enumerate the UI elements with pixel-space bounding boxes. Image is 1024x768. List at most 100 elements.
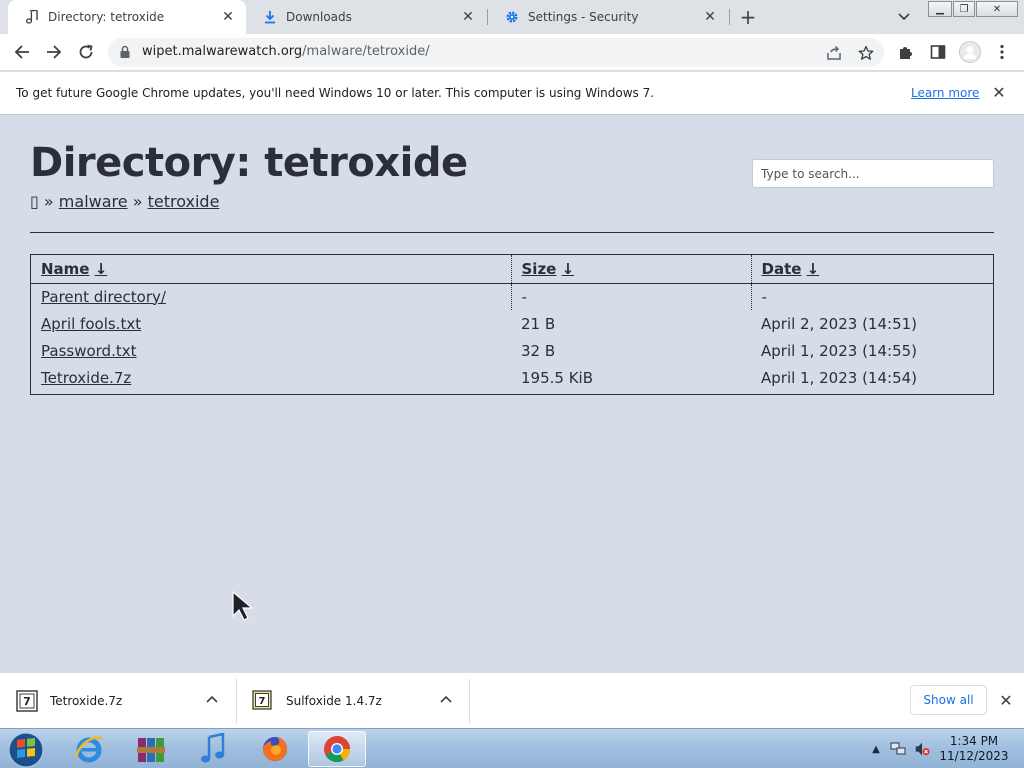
file-date-cell: April 2, 2023 (14:51) [761,314,918,333]
download-filename: Tetroxide.7z [50,694,123,708]
sort-arrow-icon[interactable]: ↓ [562,260,575,278]
file-link[interactable]: Password.txt [41,342,136,360]
tab-search-chevron-icon[interactable] [894,8,914,26]
internet-explorer-icon [74,736,103,763]
file-name-cell: Password.txt [31,337,511,364]
close-icon[interactable]: ✕ [702,9,718,25]
file-link[interactable]: April fools.txt [41,315,141,333]
svg-text:7: 7 [23,695,31,708]
minimize-button[interactable]: ▁ [928,1,952,17]
breadcrumb-item-malware[interactable]: malware [59,192,128,211]
close-window-button[interactable]: ✕ [976,1,1018,17]
file-link[interactable]: Tetroxide.7z [41,369,131,387]
file-link[interactable]: Parent directory/ [41,288,166,306]
reload-button[interactable] [74,40,98,64]
tab-downloads[interactable]: Downloads ✕ [246,0,486,34]
restore-button[interactable]: ❐ [953,1,975,17]
tab-strip: Directory: tetroxide ✕ Downloads ✕ Setti… [0,0,1024,34]
breadcrumb: ▯ » malware » tetroxide [30,192,219,211]
file-size-cell: 195.5 KiB [521,368,594,387]
column-header-size[interactable]: Size ↓ [510,255,751,284]
close-icon[interactable]: ✕ [990,83,1008,102]
taskbar-itunes[interactable] [184,731,242,767]
show-all-button[interactable]: Show all [910,685,987,715]
forward-button[interactable] [42,40,66,64]
clock-date: 11/12/2023 [939,749,1009,763]
download-item-sulfoxide[interactable]: 7 Sulfoxide 1.4.7z [252,681,466,721]
side-panel-icon[interactable] [927,41,949,63]
svg-text:7: 7 [259,696,266,707]
table-row: April fools.txt 21 B April 2, 2023 (14:5… [31,310,993,337]
back-arrow-icon [14,45,29,59]
chevron-up-icon[interactable] [206,692,218,706]
close-icon[interactable]: ✕ [220,9,236,25]
winrar-books-icon [137,738,165,762]
taskbar-chrome[interactable] [308,731,366,767]
new-tab-button[interactable]: + [736,5,760,29]
mouse-cursor-icon [232,590,254,621]
music-note-icon [24,9,40,25]
clock-time: 1:34 PM [949,734,999,748]
close-icon[interactable]: ✕ [997,691,1015,710]
start-orb-icon[interactable] [6,731,46,768]
table-row: Password.txt 32 B April 1, 2023 (14:55) [31,337,993,364]
tray-expand-chevron-icon[interactable]: ▲ [868,741,884,757]
url-text: wipet.malwarewatch.org/malware/tetroxide… [142,44,430,59]
tab-title: Settings - Security [528,10,639,24]
tab-directory[interactable]: Directory: tetroxide ✕ [8,0,246,34]
learn-more-link[interactable]: Learn more [911,86,979,100]
bookmark-star-icon[interactable] [856,43,876,63]
taskbar-firefox[interactable] [246,731,304,767]
7z-archive-icon: 7 [16,690,38,712]
breadcrumb-home-link[interactable]: ▯ [30,192,39,211]
file-name-cell: Tetroxide.7z [31,364,511,391]
file-name-cell: Parent directory/ [31,283,511,310]
downloads-shelf: 7 Tetroxide.7z 7 Sulfoxide 1.4.7z Show a… [0,672,1024,728]
address-bar[interactable]: wipet.malwarewatch.org/malware/tetroxide… [108,38,884,67]
lock-icon [120,45,130,58]
directory-listing: Name ↓ Size ↓ Date ↓ Parent directory/ -… [30,254,994,395]
system-clock[interactable]: 1:34 PM 11/12/2023 [938,734,1010,764]
column-header-name[interactable]: Name ↓ [31,255,511,284]
download-item-tetroxide[interactable]: 7 Tetroxide.7z [16,681,236,721]
file-size-cell: - [510,283,751,310]
column-header-date[interactable]: Date ↓ [750,255,993,284]
windows-taskbar: ▲ 1:34 PM 11/12/2023 [0,728,1024,768]
forward-arrow-icon [47,45,62,59]
table-row: Parent directory/ - - [31,283,993,310]
file-size-cell: 32 B [521,341,556,360]
file-date-cell: - [750,283,993,310]
divider [30,232,994,233]
tab-settings[interactable]: Settings - Security ✕ [488,0,728,34]
firefox-icon [263,737,287,761]
gear-icon [504,9,520,25]
table-row: Tetroxide.7z 195.5 KiB April 1, 2023 (14… [31,364,993,391]
tab-divider [729,9,730,25]
shelf-divider [236,679,237,723]
taskbar-winrar[interactable] [122,731,180,767]
network-icon[interactable] [890,741,906,757]
close-icon[interactable]: ✕ [460,9,476,25]
volume-muted-icon[interactable] [914,741,930,757]
file-date-cell: April 1, 2023 (14:54) [761,368,918,387]
chevron-up-icon[interactable] [440,692,452,706]
taskbar-internet-explorer[interactable] [60,731,118,767]
chrome-icon [324,736,351,763]
file-table: Name ↓ Size ↓ Date ↓ Parent directory/ -… [31,255,993,391]
breadcrumb-separator: » [43,192,54,211]
infobar-message: To get future Google Chrome updates, you… [16,86,655,100]
extensions-puzzle-icon[interactable] [895,41,917,63]
share-icon[interactable] [824,43,844,63]
back-button[interactable] [10,40,34,64]
sort-arrow-icon[interactable]: ↓ [807,260,820,278]
kebab-menu-icon[interactable] [991,41,1013,63]
sort-arrow-icon[interactable]: ↓ [95,260,108,278]
browser-toolbar: wipet.malwarewatch.org/malware/tetroxide… [0,34,1024,71]
profile-avatar[interactable] [959,41,981,63]
search-input[interactable] [752,159,994,188]
file-date-cell: April 1, 2023 (14:55) [761,341,918,360]
page-content: Directory: tetroxide ▯ » malware » tetro… [0,116,1024,672]
breadcrumb-item-tetroxide[interactable]: tetroxide [148,192,220,211]
breadcrumb-separator: » [132,192,143,211]
table-header-row: Name ↓ Size ↓ Date ↓ [31,255,993,284]
